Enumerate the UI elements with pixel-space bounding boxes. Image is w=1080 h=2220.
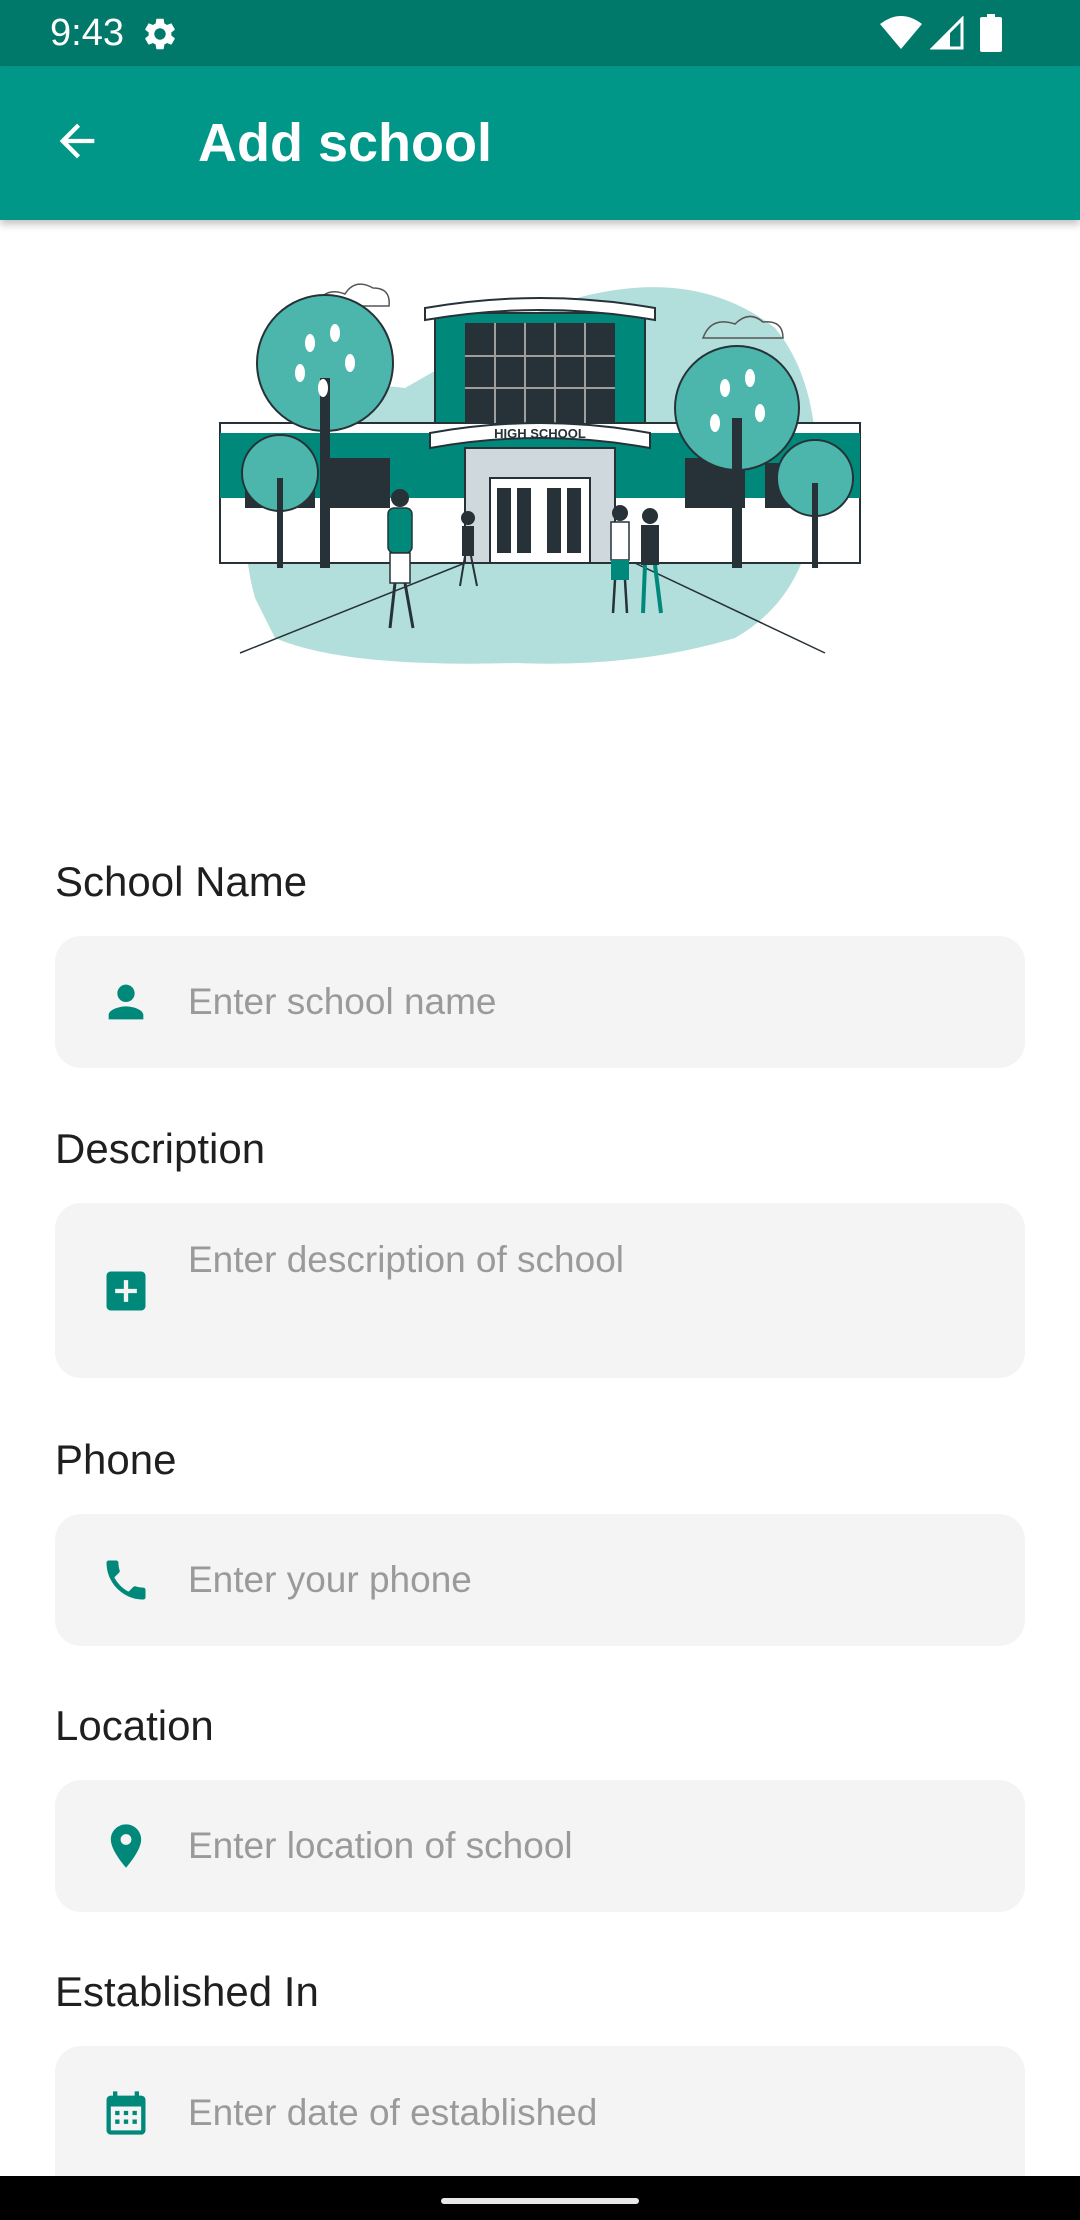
- phone-input[interactable]: [188, 1554, 995, 1606]
- description-input[interactable]: [188, 1239, 995, 1349]
- system-navigation-bar: [0, 2176, 1080, 2220]
- wifi-icon: [880, 16, 922, 50]
- add-box-icon: [100, 1265, 152, 1317]
- battery-icon: [980, 14, 1002, 52]
- description-label: Description: [55, 1125, 266, 1172]
- phone-icon: [100, 1554, 152, 1606]
- calendar-icon: [100, 2087, 152, 2139]
- established-input[interactable]: [188, 2087, 995, 2139]
- status-bar: 9:43: [0, 0, 1080, 66]
- description-field[interactable]: [55, 1203, 1025, 1378]
- school-name-field[interactable]: [55, 936, 1025, 1068]
- established-label: Established In: [55, 1968, 319, 2015]
- school-name-input[interactable]: [188, 976, 995, 1028]
- school-name-label: School Name: [55, 858, 308, 905]
- settings-gear-icon: [141, 15, 179, 53]
- cell-signal-icon: [929, 15, 964, 50]
- home-gesture-handle[interactable]: [441, 2198, 639, 2204]
- person-icon: [100, 976, 152, 1028]
- back-button[interactable]: [38, 104, 116, 182]
- school-sign-text: HIGH SCHOOL: [494, 426, 586, 441]
- established-field[interactable]: [55, 2046, 1025, 2176]
- phone-label: Phone: [55, 1436, 177, 1483]
- location-input[interactable]: [188, 1820, 995, 1872]
- school-illustration: HIGH SCHOOL: [215, 268, 865, 668]
- phone-field[interactable]: [55, 1514, 1025, 1646]
- page-title: Add school: [198, 113, 492, 173]
- location-field[interactable]: [55, 1780, 1025, 1912]
- location-pin-icon: [100, 1820, 152, 1872]
- status-time: 9:43: [50, 12, 124, 54]
- location-label: Location: [55, 1702, 214, 1749]
- app-bar: Add school: [0, 66, 1080, 220]
- arrow-back-icon: [51, 115, 103, 172]
